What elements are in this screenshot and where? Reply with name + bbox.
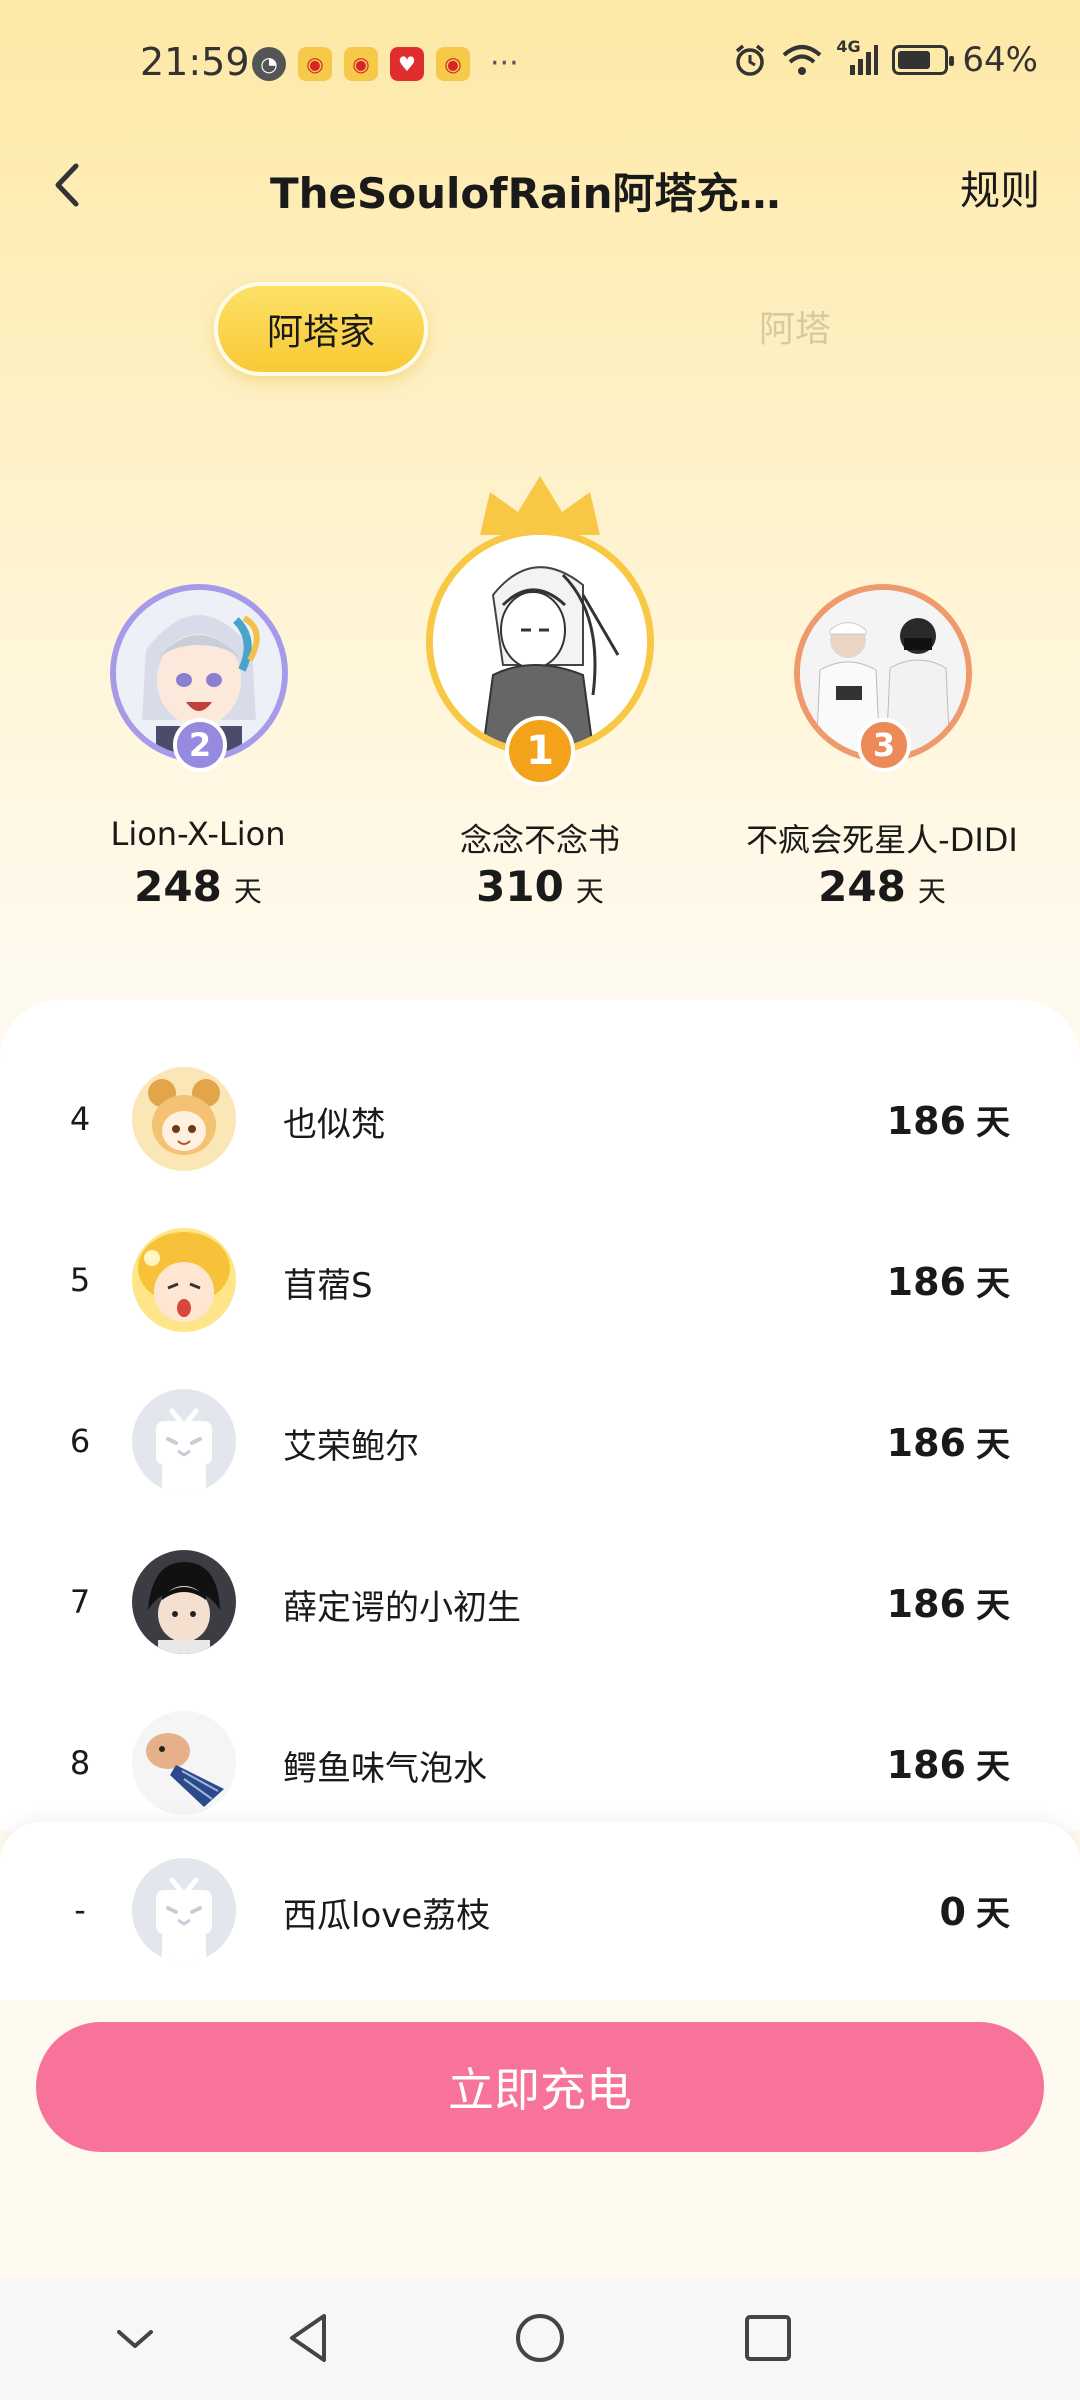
podium-name: 不疯会死星人-DIDI	[746, 821, 1018, 859]
alarm-icon	[736, 44, 765, 76]
rank-number: 7	[69, 1583, 91, 1621]
cell-signal-icon: 4G	[836, 37, 879, 77]
rank-number: 1	[526, 728, 554, 774]
podium-rank-1[interactable]: 1 念念不念书 310 天	[380, 470, 700, 920]
user-name: 也似梵	[283, 1105, 385, 1145]
square-recents-icon	[745, 2315, 791, 2361]
more-notifications-icon: ···	[490, 46, 519, 81]
rank-number: 2	[188, 726, 212, 764]
battery-icon	[892, 45, 955, 75]
system-navigation-bar	[0, 2278, 1080, 2400]
weibo-icon: ◉	[344, 46, 378, 81]
weibo-icon: ◉	[436, 46, 470, 81]
podium-rank-2[interactable]: 2 Lion-X-Lion 248 天	[38, 570, 358, 920]
rank-number: 5	[69, 1261, 91, 1299]
rank-badge-bronze: 3	[857, 718, 911, 772]
system-status: 4G 64%	[732, 37, 1038, 80]
battery-percent: 64%	[962, 40, 1038, 80]
my-rank-row[interactable]: - 西瓜love荔枝 0天	[0, 1836, 1080, 1986]
charge-days: 186 天	[886, 1421, 1010, 1465]
rank-badge-gold: 1	[505, 716, 575, 786]
triangle-back-icon	[290, 2314, 326, 2362]
charge-days: 186 天	[886, 1582, 1010, 1626]
back-button[interactable]	[48, 160, 88, 210]
avatar	[132, 1711, 236, 1815]
rank-badge-silver: 2	[173, 718, 227, 772]
podium-name: Lion-X-Lion	[110, 815, 286, 853]
charge-days: 0天	[939, 1890, 1010, 1934]
user-name: 苜蓿S	[283, 1266, 373, 1306]
charge-now-button[interactable]: 立即充电	[36, 2022, 1044, 2152]
user-name: 艾荣鲍尔	[283, 1427, 419, 1467]
back-nav-button[interactable]	[280, 2308, 340, 2368]
tv-mascot-icon	[132, 1858, 236, 1962]
hide-keyboard-button[interactable]	[105, 2308, 165, 2368]
heart-app-icon: ♥	[390, 46, 424, 81]
page-title: TheSoulofRain阿塔充电...	[270, 169, 800, 218]
avatar	[132, 1067, 236, 1171]
chevron-down-icon	[117, 2330, 153, 2348]
rules-button[interactable]: 规则	[960, 158, 1040, 216]
charge-days: 186 天	[886, 1099, 1010, 1143]
user-name: 鳄鱼味气泡水	[283, 1749, 487, 1789]
list-item[interactable]: 4 也似梵 186 天	[0, 1045, 1080, 1195]
ranking-list[interactable]: 4 也似梵 186 天 5 苜蓿S 186 天 6 艾荣鲍尔 186 天 7 薛…	[0, 1000, 1080, 1830]
list-item[interactable]: 5 苜蓿S 186 天	[0, 1206, 1080, 1356]
notification-icons: ◔ ◉ ◉ ♥ ◉ ···	[252, 46, 519, 81]
user-name: 薛定谔的小初生	[283, 1588, 521, 1628]
recents-nav-button[interactable]	[738, 2308, 798, 2368]
podium-days: 310 天	[476, 862, 604, 911]
weibo-icon: ◉	[298, 46, 332, 81]
status-bar: 21:59 ◔ ◉ ◉ ♥ ◉ ··· 4G 64%	[0, 0, 1080, 130]
top-app-bar: TheSoulofRain阿塔充电... 规则	[0, 140, 1080, 230]
default-avatar	[132, 1389, 236, 1493]
podium-rank-3[interactable]: 3 不疯会死星人-DIDI 248 天	[722, 570, 1042, 920]
avatar	[132, 1550, 236, 1654]
rank-number: 4	[69, 1100, 91, 1138]
rank-number: 3	[872, 726, 896, 764]
home-nav-button[interactable]	[510, 2308, 570, 2368]
circle-home-icon	[516, 2314, 564, 2362]
list-item[interactable]: 6 艾荣鲍尔 186 天	[0, 1367, 1080, 1517]
tab-ata-family[interactable]: 阿塔家	[214, 282, 428, 376]
podium-days: 248 天	[134, 862, 262, 911]
user-name: 西瓜love荔枝	[283, 1896, 491, 1936]
rank-number: 8	[69, 1744, 91, 1782]
charge-days: 186 天	[886, 1260, 1010, 1304]
avatar	[132, 1228, 236, 1332]
rank-number: -	[74, 1891, 86, 1929]
podium-days: 248 天	[818, 862, 946, 911]
chevron-left-icon	[55, 163, 79, 207]
rank-number: 6	[69, 1422, 91, 1460]
tv-mascot-icon	[132, 1389, 236, 1493]
my-rank-card: - 西瓜love荔枝 0天	[0, 1822, 1080, 2000]
clock-app-icon: ◔	[252, 46, 286, 81]
podium-name: 念念不念书	[459, 821, 620, 859]
wifi-icon	[783, 45, 822, 75]
list-item[interactable]: 7 薛定谔的小初生 186 天	[0, 1528, 1080, 1678]
list-item[interactable]: 8 鳄鱼味气泡水 186 天	[0, 1689, 1080, 1830]
default-avatar	[132, 1858, 236, 1962]
status-time: 21:59	[140, 40, 250, 84]
tab-ata[interactable]: 阿塔	[700, 300, 890, 352]
charge-days: 186 天	[886, 1743, 1010, 1787]
